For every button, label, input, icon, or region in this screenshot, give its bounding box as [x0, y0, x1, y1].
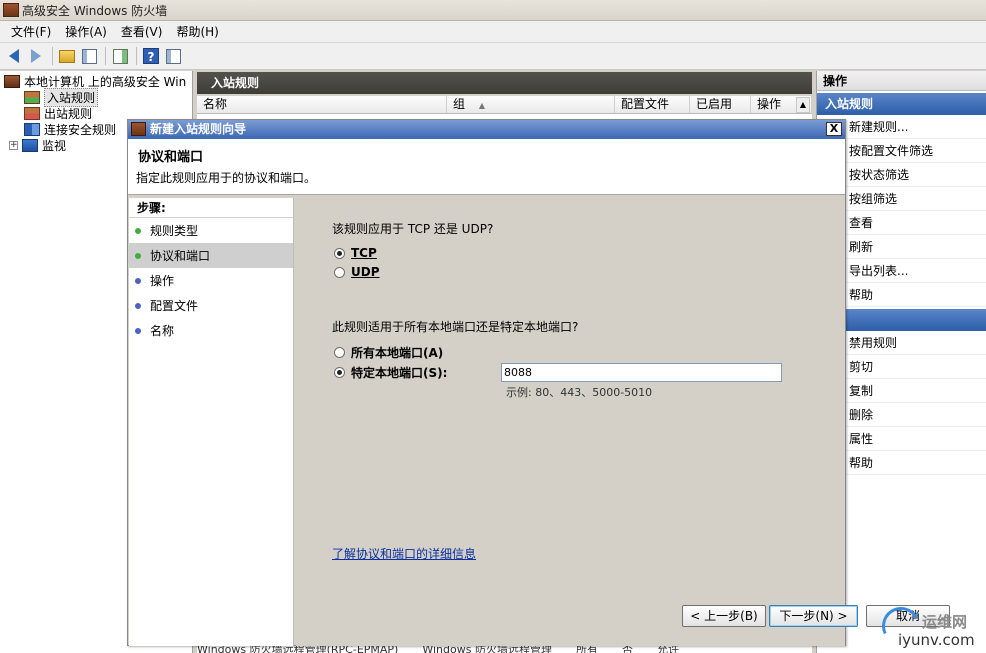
- export-list-button[interactable]: [110, 46, 130, 66]
- step-pending-icon: [135, 327, 141, 334]
- connection-security-icon: [24, 122, 40, 136]
- all-local-ports-label: 所有本地端口(A): [351, 346, 444, 360]
- wizard-steps-panel: 步骤: 规则类型 协议和端口 操作 配置文件 名称: [129, 198, 294, 646]
- site-watermark: 运维网 iyunv.com: [876, 601, 986, 653]
- radio-selected-icon: [334, 367, 345, 378]
- watermark-cn-text: 运维网: [922, 613, 968, 631]
- next-step-button[interactable]: 下一步(N) >: [769, 605, 858, 627]
- column-group-label: 组: [453, 97, 466, 111]
- watermark-en-text: iyunv.com: [898, 631, 975, 649]
- tcp-radio[interactable]: TCP: [334, 246, 377, 260]
- back-button[interactable]: [4, 46, 24, 66]
- console-tree-icon: [81, 48, 97, 64]
- toolbar-separator: [136, 47, 137, 65]
- show-hide-tree-button[interactable]: [79, 46, 99, 66]
- udp-label: UDP: [351, 265, 380, 279]
- folder-up-icon: [59, 49, 75, 63]
- firewall-app-icon: [131, 122, 146, 136]
- step-action: 操作: [129, 268, 293, 293]
- column-profile[interactable]: 配置文件: [615, 96, 690, 113]
- menu-view[interactable]: 查看(V): [114, 22, 170, 42]
- help-icon: ?: [143, 48, 159, 64]
- step-current-icon: [135, 252, 141, 259]
- steps-title: 步骤:: [129, 198, 293, 218]
- inbound-rules-icon: [24, 90, 40, 104]
- step-pending-icon: [135, 302, 141, 309]
- tree-item-label: 监视: [42, 138, 67, 153]
- wizard-page-subtitle: 指定此规则应用于的协议和端口。: [136, 171, 317, 185]
- column-enabled[interactable]: 已启用: [690, 96, 751, 113]
- menu-file[interactable]: 文件(F): [4, 22, 58, 42]
- tree-item-outbound-rules[interactable]: 出站规则: [24, 105, 92, 121]
- menu-help[interactable]: 帮助(H): [169, 22, 225, 42]
- step-label: 操作: [150, 274, 175, 288]
- toolbar-separator: [52, 47, 53, 65]
- wizard-header: 协议和端口 指定此规则应用于的协议和端口。: [128, 139, 845, 195]
- back-step-button[interactable]: < 上一步(B): [682, 605, 766, 627]
- wizard-content: 该规则应用于 TCP 还是 UDP? TCP UDP 此规则适用于所有本地端口还…: [296, 198, 950, 646]
- tree-item-label: 连接安全规则: [44, 122, 117, 137]
- firewall-computer-icon: [4, 74, 20, 88]
- middle-pane-title: 入站规则: [197, 72, 812, 94]
- forward-arrow-icon: [31, 49, 41, 63]
- help-button[interactable]: ?: [141, 46, 161, 66]
- all-local-ports-radio[interactable]: 所有本地端口(A): [334, 344, 443, 361]
- learn-more-link[interactable]: 了解协议和端口的详细信息: [332, 545, 476, 562]
- port-question: 此规则适用于所有本地端口还是特定本地端口?: [332, 320, 579, 334]
- step-complete-icon: [135, 227, 141, 234]
- close-icon[interactable]: X: [826, 122, 842, 136]
- toolbar: ?: [0, 43, 986, 70]
- radio-unselected-icon: [334, 347, 345, 358]
- port-example-hint: 示例: 80、443、5000-5010: [506, 386, 653, 399]
- forward-button[interactable]: [26, 46, 46, 66]
- radio-selected-icon: [334, 247, 345, 259]
- menu-bar: 文件(F) 操作(A) 查看(V) 帮助(H): [0, 21, 986, 43]
- tree-item-inbound-rules[interactable]: 入站规则: [24, 87, 99, 107]
- toolbar-separator: [105, 47, 106, 65]
- wizard-title: 新建入站规则向导: [150, 122, 247, 136]
- sort-ascending-icon: ▲: [478, 101, 485, 110]
- expand-icon[interactable]: +: [9, 140, 18, 150]
- step-profile: 配置文件: [129, 293, 293, 318]
- wizard-titlebar[interactable]: 新建入站规则向导 X: [128, 120, 845, 139]
- step-label: 名称: [150, 324, 175, 338]
- step-label: 规则类型: [150, 224, 199, 238]
- show-action-pane-button[interactable]: [163, 46, 183, 66]
- rules-column-header: 名称 组 ▲ 配置文件 已启用 操作: [197, 96, 812, 114]
- step-pending-icon: [135, 277, 141, 284]
- protocol-question: 该规则应用于 TCP 还是 UDP?: [332, 222, 494, 236]
- monitoring-icon: [22, 138, 38, 152]
- tree-item-connection-security[interactable]: 连接安全规则: [24, 121, 116, 137]
- column-group[interactable]: 组 ▲: [447, 96, 615, 113]
- firewall-app-icon: [3, 3, 19, 17]
- back-arrow-icon: [9, 49, 19, 63]
- specific-local-ports-label: 特定本地端口(S):: [351, 366, 448, 380]
- export-icon: [112, 48, 128, 64]
- tree-item-monitoring[interactable]: + 监视: [9, 137, 66, 153]
- specific-local-ports-radio[interactable]: 特定本地端口(S):: [334, 364, 447, 381]
- actions-section-inbound[interactable]: 入站规则: [817, 93, 986, 115]
- wizard-page-title: 协议和端口: [138, 150, 204, 165]
- scroll-up-arrow-icon[interactable]: ▲: [796, 97, 810, 113]
- step-label: 配置文件: [150, 299, 199, 313]
- radio-unselected-icon: [334, 266, 345, 278]
- main-window-title: 高级安全 Windows 防火墙: [22, 3, 168, 18]
- udp-radio[interactable]: UDP: [334, 265, 380, 279]
- step-rule-type: 规则类型: [129, 218, 293, 243]
- action-pane-icon: [165, 48, 181, 64]
- actions-pane-title: 操作: [817, 71, 986, 91]
- tcp-label: TCP: [351, 246, 377, 260]
- menu-action[interactable]: 操作(A): [58, 22, 114, 42]
- step-label: 协议和端口: [150, 249, 211, 263]
- step-protocol-and-ports: 协议和端口: [129, 243, 293, 268]
- outbound-rules-icon: [24, 106, 40, 120]
- main-window-titlebar: 高级安全 Windows 防火墙: [0, 0, 986, 21]
- step-name: 名称: [129, 318, 293, 343]
- specific-ports-input[interactable]: 8088: [501, 363, 782, 382]
- tree-item-label: 出站规则: [44, 106, 93, 121]
- new-inbound-rule-wizard: 新建入站规则向导 X 协议和端口 指定此规则应用于的协议和端口。 步骤: 规则类…: [127, 119, 950, 646]
- up-folder-button[interactable]: [57, 46, 77, 66]
- column-name[interactable]: 名称: [197, 96, 447, 113]
